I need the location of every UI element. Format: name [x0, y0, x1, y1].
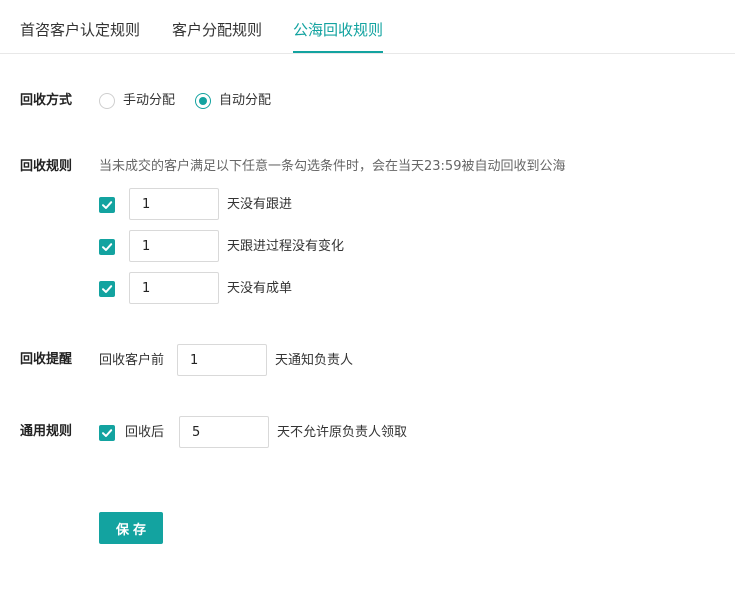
radio-manual-assign[interactable]: [99, 93, 115, 109]
radio-auto-assign[interactable]: [195, 93, 211, 109]
recycle-rules-label: 回收规则: [20, 159, 73, 174]
condition-no-deal-label: 天没有成单: [227, 281, 293, 296]
recycle-reminder-days-input[interactable]: [177, 344, 267, 376]
condition-no-followup-label: 天没有跟进: [227, 197, 293, 212]
condition-no-deal-days-input[interactable]: [129, 272, 219, 304]
condition-no-followup-checkbox[interactable]: [99, 197, 115, 213]
recycle-reminder-prefix: 回收客户前: [99, 353, 165, 368]
general-rule-days-input[interactable]: [179, 416, 269, 448]
general-rule-suffix: 天不允许原负责人领取: [277, 425, 408, 440]
tab-first-consult-rules[interactable]: 首咨客户认定规则: [20, 20, 140, 40]
radio-selected-dot: [199, 97, 207, 105]
recycle-rules-hint: 当未成交的客户满足以下任意一条勾选条件时，会在当天23:59被自动回收到公海: [99, 159, 566, 174]
recycle-reminder-suffix: 天通知负责人: [275, 353, 354, 368]
check-icon: [102, 201, 113, 209]
recycle-method-label: 回收方式: [20, 93, 73, 108]
general-rule-checkbox[interactable]: [99, 425, 115, 441]
check-icon: [102, 285, 113, 293]
tab-public-pool-recycle-rules[interactable]: 公海回收规则: [293, 20, 383, 40]
condition-no-progress-change-days-input[interactable]: [129, 230, 219, 262]
active-tab-indicator: [293, 51, 383, 53]
condition-no-progress-change-checkbox[interactable]: [99, 239, 115, 255]
general-rules-label: 通用规则: [20, 424, 73, 439]
check-icon: [102, 243, 113, 251]
condition-no-followup-days-input[interactable]: [129, 188, 219, 220]
radio-manual-assign-label[interactable]: 手动分配: [123, 92, 175, 110]
tab-bar: 首咨客户认定规则 客户分配规则 公海回收规则: [0, 0, 735, 54]
recycle-reminder-label: 回收提醒: [20, 352, 73, 367]
save-button[interactable]: 保存: [99, 512, 163, 544]
condition-no-progress-change-label: 天跟进过程没有变化: [227, 239, 345, 254]
general-rule-prefix: 回收后: [125, 425, 165, 440]
radio-auto-assign-label[interactable]: 自动分配: [219, 92, 271, 110]
condition-no-deal-checkbox[interactable]: [99, 281, 115, 297]
check-icon: [102, 429, 113, 437]
tab-customer-assignment-rules[interactable]: 客户分配规则: [172, 20, 262, 40]
